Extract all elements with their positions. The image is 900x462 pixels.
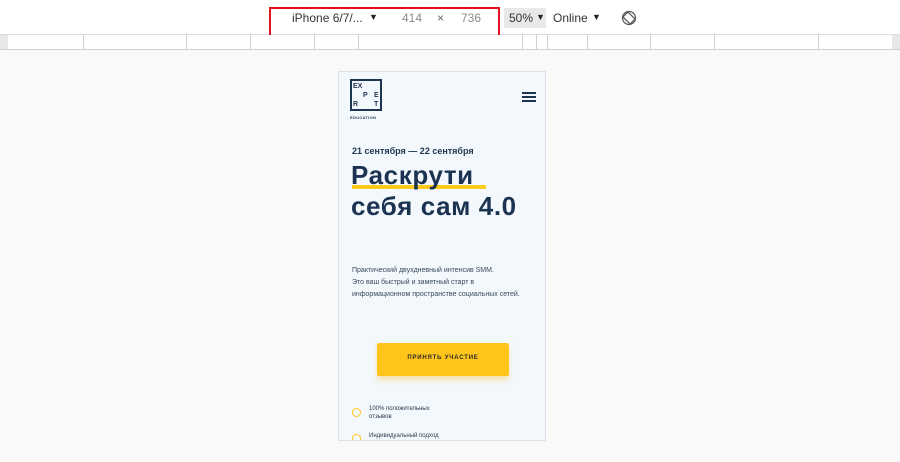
ruler-tick <box>314 35 315 49</box>
logo-letters-ex: EX <box>353 83 363 90</box>
feature-text: 100% положительных отзывов <box>369 406 430 420</box>
ruler-tick <box>250 35 251 49</box>
network-dropdown-caret-icon[interactable]: ▼ <box>592 12 601 22</box>
feature-text: Индивидуальный подход <box>369 433 439 439</box>
ruler-tick <box>818 35 819 49</box>
rotate-icon[interactable] <box>621 10 637 26</box>
logo-letter-t: T <box>374 101 379 108</box>
media-query-bar[interactable] <box>0 35 900 50</box>
network-throttle-select[interactable]: Online <box>553 11 588 25</box>
ruler-segment <box>8 35 892 49</box>
ruler-tick <box>547 35 548 49</box>
logo-letter-e: E <box>374 92 379 99</box>
logo-subtitle: EDUCATION <box>350 115 377 120</box>
expert-logo[interactable]: EX P E R T <box>350 79 382 111</box>
ruler-tick <box>650 35 651 49</box>
person-icon <box>352 434 361 440</box>
logo-letter-r: R <box>353 101 359 108</box>
hero-description: Практический двухдневный интенсив SMM. Э… <box>352 267 520 298</box>
ruler-tick <box>536 35 537 49</box>
join-button-label: ПРИНЯТЬ УЧАСТИЕ <box>407 355 479 361</box>
device-toolbar: iPhone 6/7/... ▼ 414 × 736 50% ▼ Online … <box>0 0 900 41</box>
join-button[interactable]: ПРИНЯТЬ УЧАСТИЕ <box>377 343 509 376</box>
logo-letter-p: P <box>363 92 368 99</box>
page-title: Раскрути себя сам 4.0 <box>351 160 517 221</box>
ruler-tick <box>83 35 84 49</box>
zoom-dropdown-caret-icon[interactable]: ▼ <box>536 12 545 22</box>
event-dates: 21 сентября — 22 сентября <box>352 146 474 156</box>
ruler-tick <box>714 35 715 49</box>
ruler-tick <box>358 35 359 49</box>
zoom-select[interactable]: 50% <box>509 11 533 25</box>
ruler-tick <box>186 35 187 49</box>
phone-viewport: EX P E R T EDUCATION 21 сентября — 22 се… <box>338 71 546 441</box>
ruler-tick <box>587 35 588 49</box>
smile-icon <box>352 408 361 417</box>
ruler-tick <box>522 35 523 49</box>
hamburger-menu-icon[interactable] <box>522 92 536 102</box>
